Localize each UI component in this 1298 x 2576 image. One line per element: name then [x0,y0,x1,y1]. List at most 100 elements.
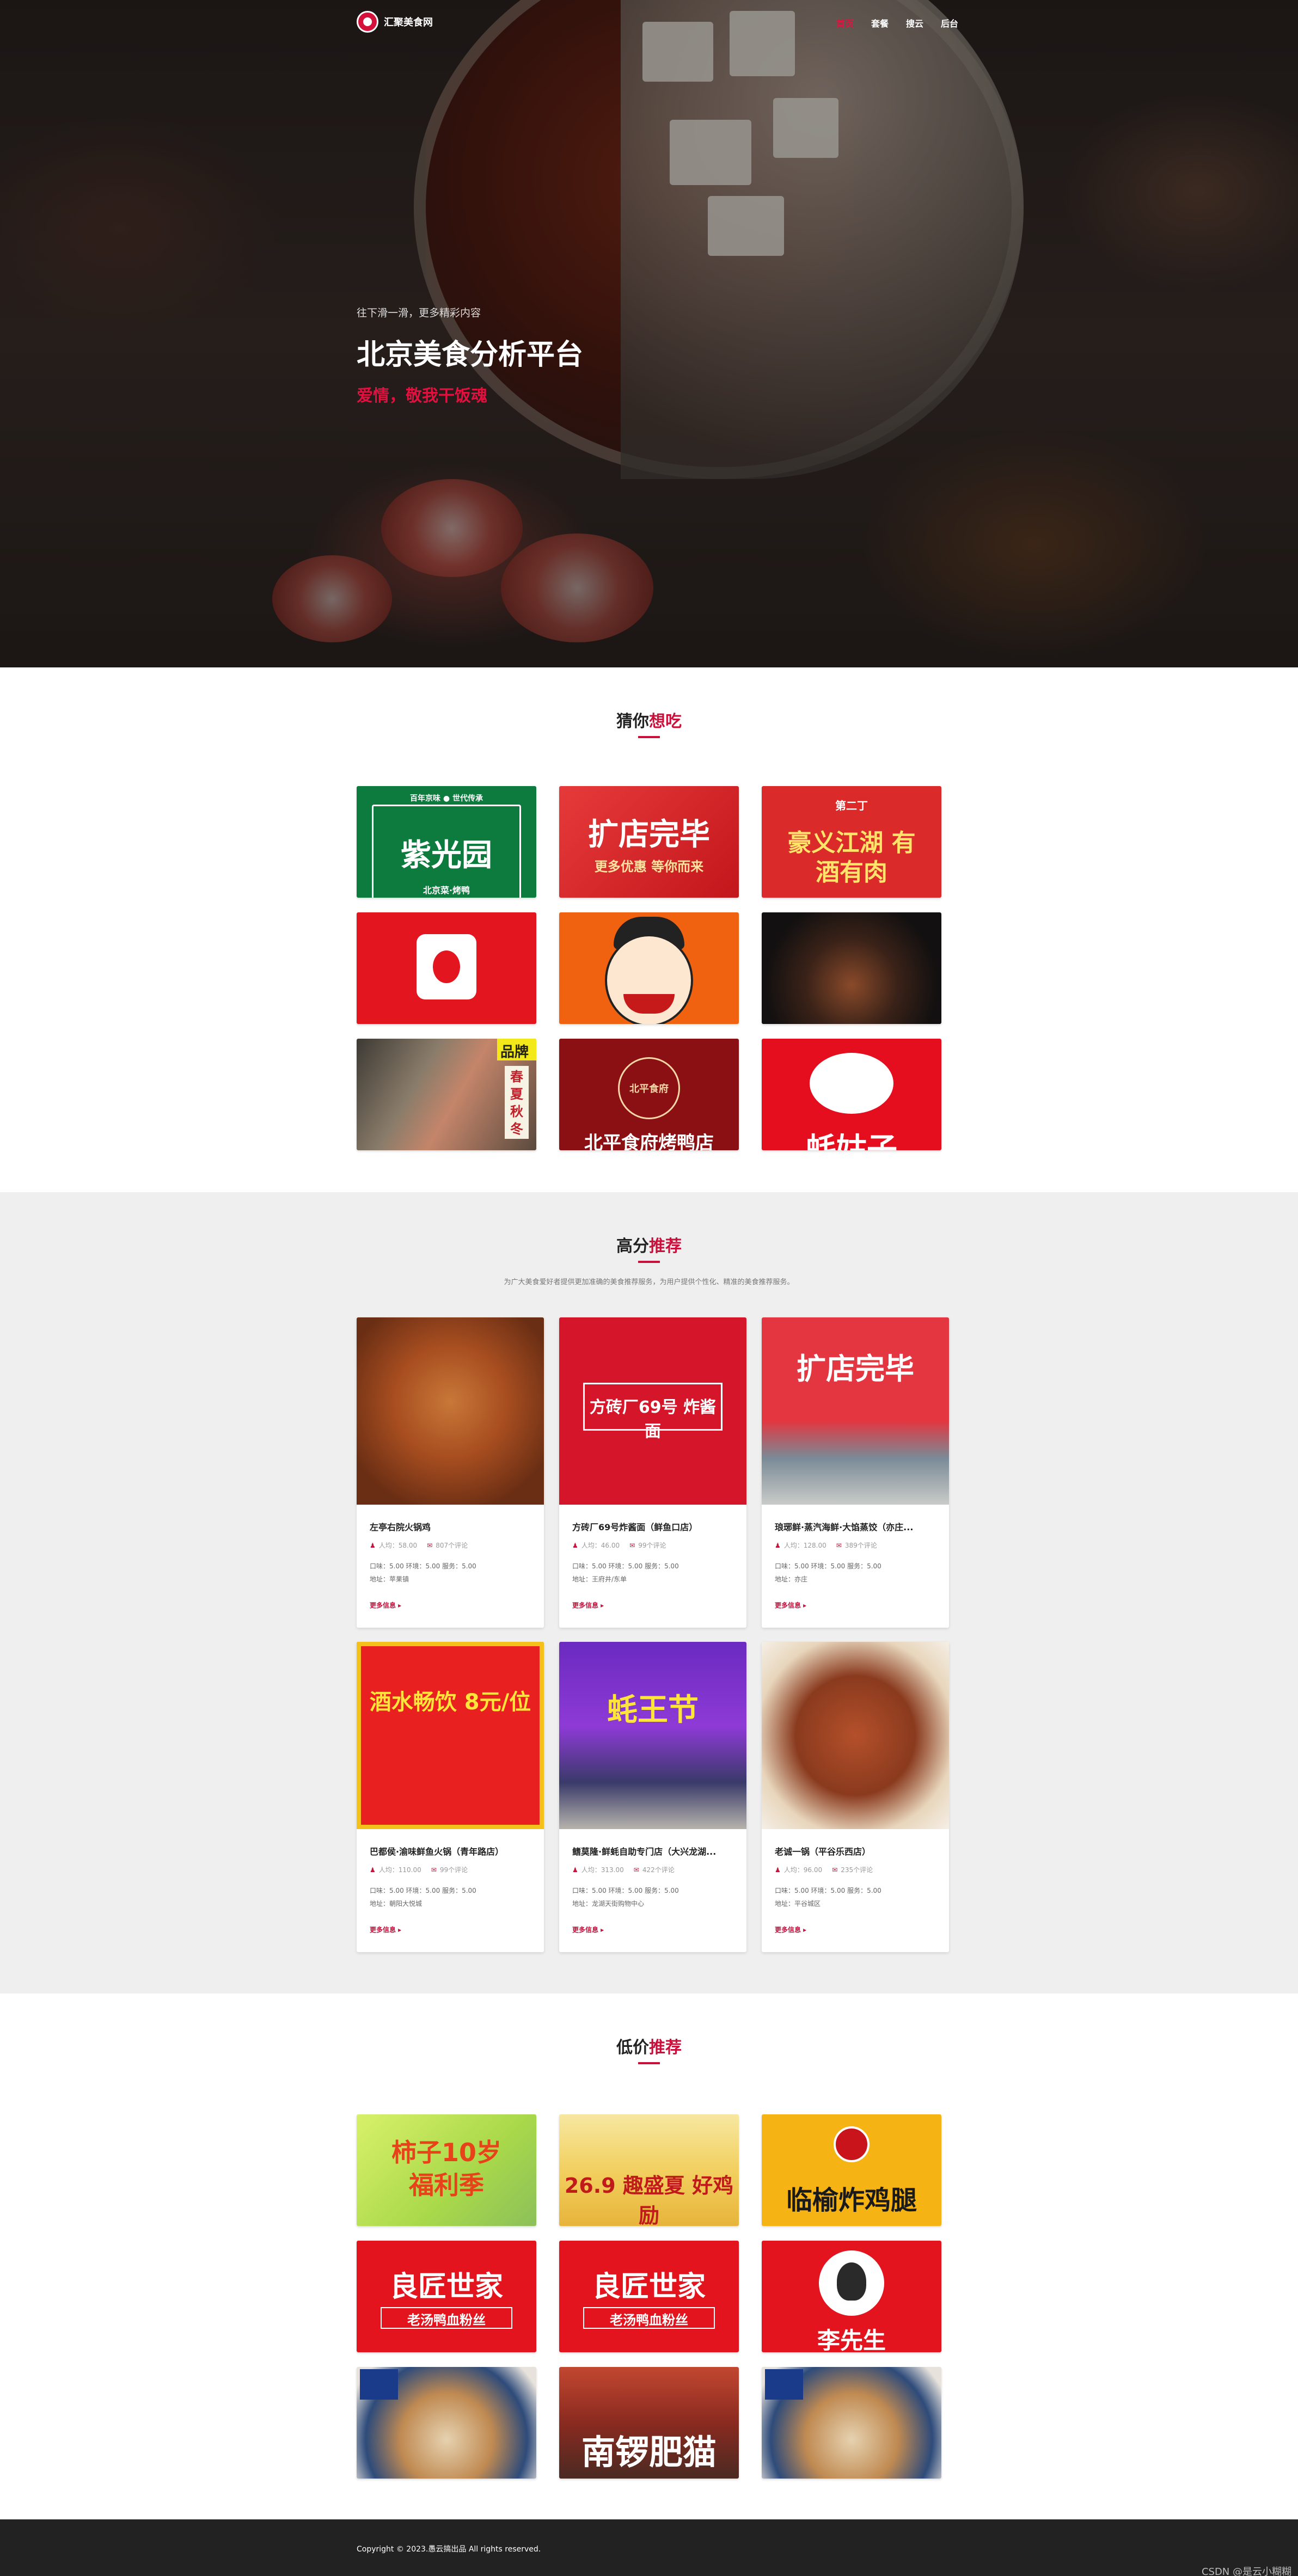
high-title-rule [638,1261,660,1263]
low-title-rule [638,2062,660,2064]
card-more-link[interactable]: 更多信息 ▸ [775,1600,806,1610]
card-meta: ♟ 人均：313.00 ✉ 422个评论 [572,1865,675,1874]
card-name[interactable]: 老诚一锅（平谷乐西店） [775,1844,938,1857]
card-scores: 口味：5.00 环境：5.00 服务：5.00 [775,1562,881,1570]
nav-link-home[interactable]: 首页 [836,16,854,29]
card-reviews: 422个评论 [642,1866,675,1874]
user-icon: ♟ [775,1866,781,1874]
card-more-link[interactable]: 更多信息 ▸ [370,1925,401,1934]
card-scores: 口味：5.00 环境：5.00 服务：5.00 [370,1887,476,1894]
nav-link-admin[interactable]: 后台 [941,16,958,29]
card-meta: ♟ 人均：96.00 ✉ 235个评论 [775,1865,873,1874]
low-tile-lixiansheng[interactable]: 李先生 [762,2241,941,2352]
high-desc: 为广大美食爱好者提供更加准确的美食推荐服务，为用户提供个性化、精准的美食推荐服务… [504,1278,794,1286]
card-name[interactable]: 方砖厂69号炸酱面（鲜鱼口店） [572,1520,736,1533]
restaurant-card[interactable]: 老诚一锅（平谷乐西店） ♟ 人均：96.00 ✉ 235个评论 口味：5.00 环境：… [762,1642,949,1952]
comment-icon: ✉ [431,1866,437,1874]
top-nav: 汇聚美食网 首页 套餐 搜云 后台 [0,0,1298,45]
nav-link-search[interactable]: 搜云 [906,16,923,29]
low-title-b: 推荐 [649,2038,682,2057]
guess-tile-ziguangyuan[interactable]: 百年京味 ● 世代传承 紫光园 北京菜·烤鸭 [357,786,536,898]
high-score-section: 高分推荐 为广大美食爱好者提供更加准确的美食推荐服务，为用户提供个性化、精准的美… [0,1192,1298,1994]
tile-sublabel: 北京菜·烤鸭 [423,885,470,896]
card-name[interactable]: 巴都侯·渝味鲜鱼火锅（青年路店） [370,1844,533,1857]
hero-title: 北京美食分析平台 [357,339,584,371]
tile-label: 豪义江湖 有酒有肉 [787,829,916,886]
card-name[interactable]: 鳍莫隆·鲜蚝自助专门店（大兴龙湖... [572,1844,736,1857]
card-meta: ♟ 人均：58.00 ✉ 807个评论 [370,1541,468,1550]
card-meta: ♟ 人均：110.00 ✉ 99个评论 [370,1865,468,1874]
high-title-b: 推荐 [649,1237,682,1256]
card-image [357,1317,544,1505]
comment-icon: ✉ [836,1542,842,1549]
restaurant-card[interactable]: 左亭右院火锅鸡 ♟ 人均：58.00 ✉ 807个评论 口味：5.00 环境：5.00… [357,1317,544,1628]
card-image: 扩店完毕 [762,1317,949,1505]
card-more-link[interactable]: 更多信息 ▸ [572,1925,604,1934]
restaurant-card[interactable]: 方砖厂69号 炸酱面 方砖厂69号炸酱面（鲜鱼口店） ♟ 人均：46.00 ✉ 99个… [559,1317,746,1628]
restaurant-card[interactable]: 酒水畅饮 8元/位 巴都侯·渝味鲜鱼火锅（青年路店） ♟ 人均：110.00 ✉ 99… [357,1642,544,1952]
tile-sublabel: 老汤鸭血粉丝 [610,2313,688,2328]
comment-icon: ✉ [427,1542,433,1549]
tile-label: 南锣肥猫 [581,2432,717,2472]
user-icon: ♟ [572,1866,578,1874]
tile-sublabel: 更多优惠 等你而来 [594,859,704,874]
csdn-watermark: CSDN @是云小糊糊 [1201,2566,1291,2576]
card-reviews: 235个评论 [841,1866,873,1874]
card-price: 人均：96.00 [783,1866,823,1874]
low-tile-noodle[interactable] [357,2367,536,2479]
comment-icon: ✉ [832,1866,838,1874]
guess-tile-kuodian[interactable]: 扩店完毕 更多优惠 等你而来 [559,786,739,898]
guess-tile-haoguzi[interactable]: 蚝姑子 [762,1039,941,1150]
tile-label: 蚝姑子 [806,1132,897,1150]
card-image-text: 方砖厂69号 炸酱面 [589,1398,717,1441]
guess-tile-beiping[interactable]: 北平食府 北平食府烤鸭店 [559,1039,739,1150]
user-icon: ♟ [775,1542,781,1549]
guess-tile-dierding[interactable]: 第二丁 豪义江湖 有酒有肉 [762,786,941,898]
site-logo[interactable]: 汇聚美食网 [357,11,433,33]
low-tile-noodle-2[interactable] [762,2367,941,2479]
card-name[interactable]: 左亭右院火锅鸡 [370,1520,533,1533]
card-name[interactable]: 琅琊鲜·蒸汽海鲜·大馅蒸饺（亦庄... [775,1520,938,1533]
brand-logo-inner [433,950,460,983]
guess-title-rule [638,736,660,738]
card-more-link[interactable]: 更多信息 ▸ [775,1925,806,1934]
card-address: 地址：龙湖天街购物中心 [572,1900,645,1908]
tile-sublabel: 春夏秋冬 [510,1069,523,1137]
guess-tile-seasons[interactable]: 品牌 春夏秋冬 [357,1039,536,1150]
nav-link-packages[interactable]: 套餐 [871,16,889,29]
tile-label: 北平食府烤鸭店 [584,1132,714,1150]
portrait-head [837,2262,866,2301]
guess-tile-brand-logo[interactable] [357,912,536,1024]
user-icon: ♟ [370,1866,376,1874]
card-image: 酒水畅饮 8元/位 [357,1642,544,1829]
tile-label: 紫光园 [401,837,492,873]
card-address: 地址：亦庄 [775,1575,808,1583]
guess-tile-grill[interactable] [762,912,941,1024]
low-tile-nanluo[interactable]: 南锣肥猫 [559,2367,739,2479]
card-image [762,1642,949,1829]
card-price: 人均：128.00 [783,1542,826,1549]
hero-banner: 汇聚美食网 首页 套餐 搜云 后台 往下滑一滑，更多精彩内容 北京美食分析平台 … [0,0,1298,667]
hero-overlay [0,0,1298,667]
low-tile-liangjiang[interactable]: 良匠世家 老汤鸭血粉丝 [357,2241,536,2352]
card-image-text: 扩店完毕 [797,1351,914,1386]
nav-links: 首页 套餐 搜云 后台 [836,16,958,29]
card-more-link[interactable]: 更多信息 ▸ [370,1600,401,1610]
tile-logo-text: 北平食府 [629,1083,669,1095]
chef-logo-icon [834,2126,870,2162]
guess-tile-mascot[interactable] [559,912,739,1024]
footer-copyright: Copyright © 2023.愚云搞出品 All rights reserv… [357,2545,541,2554]
card-scores: 口味：5.00 环境：5.00 服务：5.00 [572,1562,679,1570]
restaurant-card[interactable]: 蚝王节 鳍莫隆·鲜蚝自助专门店（大兴龙湖... ♟ 人均：313.00 ✉ 422个评… [559,1642,746,1952]
low-tile-shizi[interactable]: 柿子10岁 福利季 [357,2114,536,2226]
low-title: 低价推荐 [0,2034,1298,2058]
low-tile-chicken-promo[interactable]: 26.9 趣盛夏 好鸡励 [559,2114,739,2226]
low-tile-linyu[interactable]: 临榆炸鸡腿 [762,2114,941,2226]
guess-title-b: 想吃 [649,712,682,731]
low-tile-liangjiang-2[interactable]: 良匠世家 老汤鸭血粉丝 [559,2241,739,2352]
tile-sublabel: 第二丁 [835,799,868,812]
high-title: 高分推荐 [0,1232,1298,1256]
restaurant-card[interactable]: 扩店完毕 琅琊鲜·蒸汽海鲜·大馅蒸饺（亦庄... ♟ 人均：128.00 ✉ 389个… [762,1317,949,1628]
card-more-link[interactable]: 更多信息 ▸ [572,1600,604,1610]
tile-label: 柿子10岁 福利季 [391,2138,501,2200]
